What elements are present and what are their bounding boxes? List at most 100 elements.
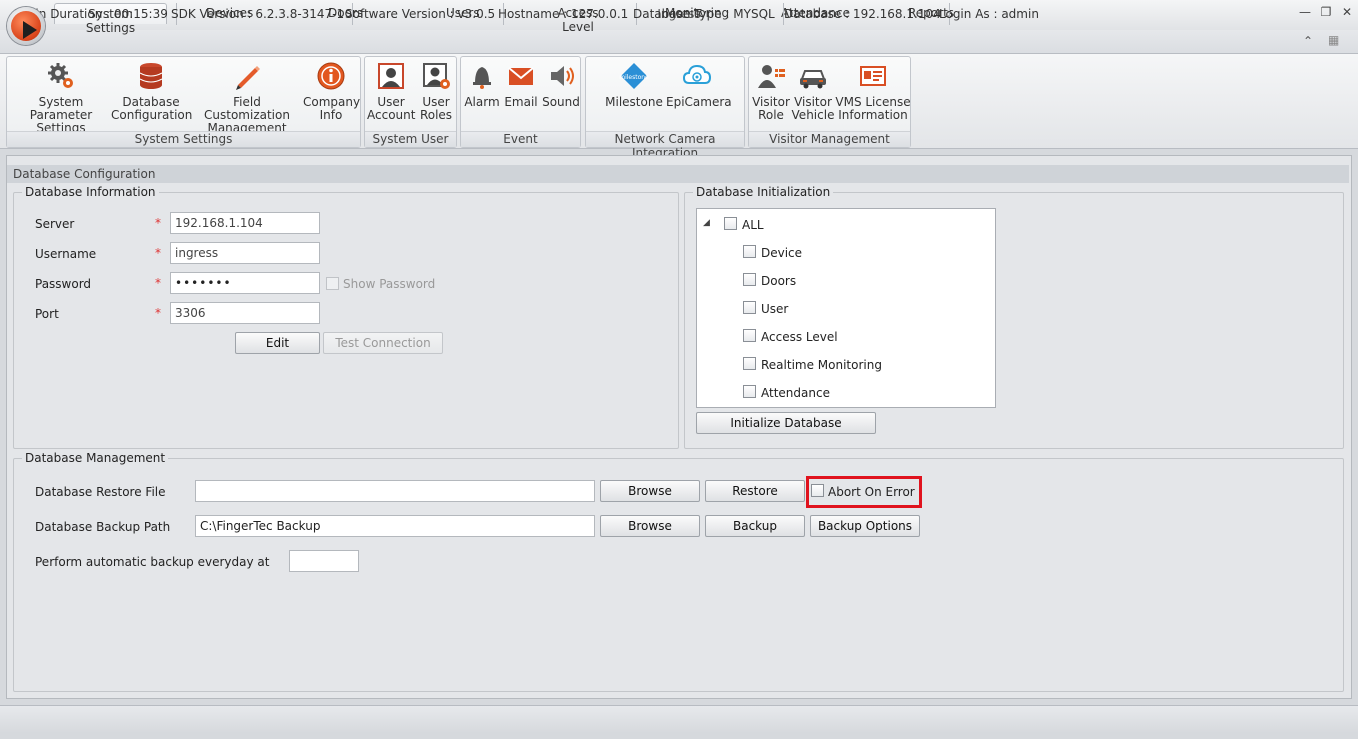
minimize-icon[interactable]: — xyxy=(1297,5,1313,21)
show-password-checkbox[interactable] xyxy=(326,277,339,290)
ribbon-button-label: Milestone xyxy=(605,95,663,109)
password-label: Password xyxy=(35,277,92,291)
required-mark: * xyxy=(155,276,161,290)
server-label: Server xyxy=(35,217,75,231)
tree-item-label: Access Level xyxy=(761,330,838,344)
device-checkbox[interactable] xyxy=(743,245,756,258)
database-icon xyxy=(136,61,166,91)
doors-checkbox[interactable] xyxy=(743,273,756,286)
ribbon-group-system-user: User Account User Roles System User xyxy=(364,56,457,148)
status-hostname: Hostname : 127.0.0.1 xyxy=(490,3,638,25)
info-icon xyxy=(316,61,346,91)
car-icon xyxy=(798,61,828,91)
access-level-checkbox[interactable] xyxy=(743,329,756,342)
visitor-vehicle-button[interactable]: Visitor Vehicle xyxy=(791,61,835,122)
visitor-role-icon xyxy=(756,61,786,91)
user-checkbox[interactable] xyxy=(743,301,756,314)
company-info-button[interactable]: Company Info xyxy=(303,61,361,122)
status-bar xyxy=(0,705,1358,733)
status-login-as: Login As : admin xyxy=(939,7,1039,21)
init-tree xyxy=(696,208,996,408)
ribbon-button-label: Visitor Vehicle xyxy=(791,95,835,122)
license-card-icon xyxy=(858,61,888,91)
tree-item-label: Attendance xyxy=(761,386,830,400)
ribbon-button-label: Company Info xyxy=(303,95,361,122)
ribbon-button-label: VMS License Information xyxy=(835,95,911,122)
ribbon: System Parameter Settings Database Confi… xyxy=(0,53,1358,160)
initialize-database-button[interactable]: Initialize Database xyxy=(696,412,876,434)
required-mark: * xyxy=(155,306,161,320)
restore-icon[interactable]: ❐ xyxy=(1318,5,1334,21)
restore-button[interactable]: Restore xyxy=(705,480,805,502)
port-field[interactable]: 3306 xyxy=(170,302,320,324)
backup-path-label: Database Backup Path xyxy=(35,520,171,534)
ribbon-button-label: User Account xyxy=(367,95,416,122)
restore-file-field[interactable] xyxy=(195,480,595,502)
cloud-camera-icon xyxy=(682,61,712,91)
play-icon xyxy=(11,11,41,41)
restore-browse-button[interactable]: Browse xyxy=(600,480,700,502)
backup-button[interactable]: Backup xyxy=(705,515,805,537)
username-label: Username xyxy=(35,247,97,261)
ribbon-button-label: Visitor Role xyxy=(752,95,790,122)
backup-browse-button[interactable]: Browse xyxy=(600,515,700,537)
ribbon-group-visitor-management: Visitor Role Visitor Vehicle VMS License… xyxy=(748,56,911,148)
ribbon-group-label: Event xyxy=(461,131,580,147)
database-information-panel xyxy=(13,192,679,449)
speaker-icon xyxy=(546,61,576,91)
attendance-checkbox[interactable] xyxy=(743,385,756,398)
sound-button[interactable]: Sound xyxy=(541,61,581,109)
tree-expand-icon[interactable]: ◢ xyxy=(703,218,710,228)
ribbon-button-label: Alarm xyxy=(464,95,500,109)
database-configuration-button[interactable]: Database Configuration xyxy=(111,61,192,122)
user-roles-button[interactable]: User Roles xyxy=(415,61,457,122)
auto-backup-time-field[interactable] xyxy=(289,550,359,572)
milestone-logo-text: milestone xyxy=(619,74,649,81)
close-icon[interactable]: ✕ xyxy=(1339,5,1355,21)
username-field[interactable]: ingress xyxy=(170,242,320,264)
ribbon-group-event: Alarm Email Sound Event xyxy=(460,56,581,148)
test-connection-button[interactable]: Test Connection xyxy=(323,332,443,354)
tree-item-label: Doors xyxy=(761,274,797,288)
ribbon-button-label: Field Customization Management xyxy=(204,95,290,135)
all-checkbox[interactable] xyxy=(724,217,737,230)
ribbon-button-label: EpiCamera xyxy=(666,95,732,109)
server-field[interactable]: 192.168.1.104 xyxy=(170,212,320,234)
vms-license-button[interactable]: VMS License Information xyxy=(835,61,911,122)
app-menu-orb-button[interactable] xyxy=(7,7,45,45)
ribbon-group-label: Visitor Management xyxy=(749,131,910,147)
realtime-monitoring-checkbox[interactable] xyxy=(743,357,756,370)
ribbon-group-system-settings: System Parameter Settings Database Confi… xyxy=(6,56,361,148)
status-software-version: Software Version : v3.0.5 xyxy=(337,3,505,25)
backup-options-button[interactable]: Backup Options xyxy=(810,515,920,537)
backup-path-field[interactable]: C:\FingerTec Backup xyxy=(195,515,595,537)
layout-icon[interactable]: ▦ xyxy=(1328,33,1339,47)
ribbon-button-label: User Roles xyxy=(419,95,453,122)
visitor-role-button[interactable]: Visitor Role xyxy=(751,61,791,122)
tree-item-label: Realtime Monitoring xyxy=(761,358,882,372)
alarm-button[interactable]: Alarm xyxy=(463,61,501,109)
database-information-legend: Database Information xyxy=(22,185,159,199)
field-customization-button[interactable]: Field Customization Management xyxy=(191,61,303,135)
bell-icon xyxy=(467,61,497,91)
password-field[interactable]: ••••••• xyxy=(170,272,320,294)
port-label: Port xyxy=(35,307,59,321)
epicamera-button[interactable]: EpiCamera xyxy=(666,61,732,109)
edit-button[interactable]: Edit xyxy=(235,332,320,354)
tab-row xyxy=(0,30,1358,54)
ribbon-button-label: Email xyxy=(504,95,538,109)
highlight-box xyxy=(806,476,922,508)
section-title: Database Configuration xyxy=(7,165,1349,183)
all-label: ALL xyxy=(742,218,764,232)
milestone-button[interactable]: milestone Milestone xyxy=(602,61,666,109)
restore-file-label: Database Restore File xyxy=(35,485,166,499)
user-roles-icon xyxy=(421,61,451,91)
database-initialization-legend: Database Initialization xyxy=(693,185,834,199)
system-parameter-settings-button[interactable]: System Parameter Settings xyxy=(11,61,111,135)
tree-item-label: Device xyxy=(761,246,803,260)
email-button[interactable]: Email xyxy=(501,61,541,109)
auto-backup-label: Perform automatic backup everyday at xyxy=(35,555,270,569)
user-account-button[interactable]: User Account xyxy=(367,61,415,122)
pencil-icon xyxy=(232,61,262,91)
collapse-ribbon-icon[interactable]: ⌃ xyxy=(1303,34,1313,48)
